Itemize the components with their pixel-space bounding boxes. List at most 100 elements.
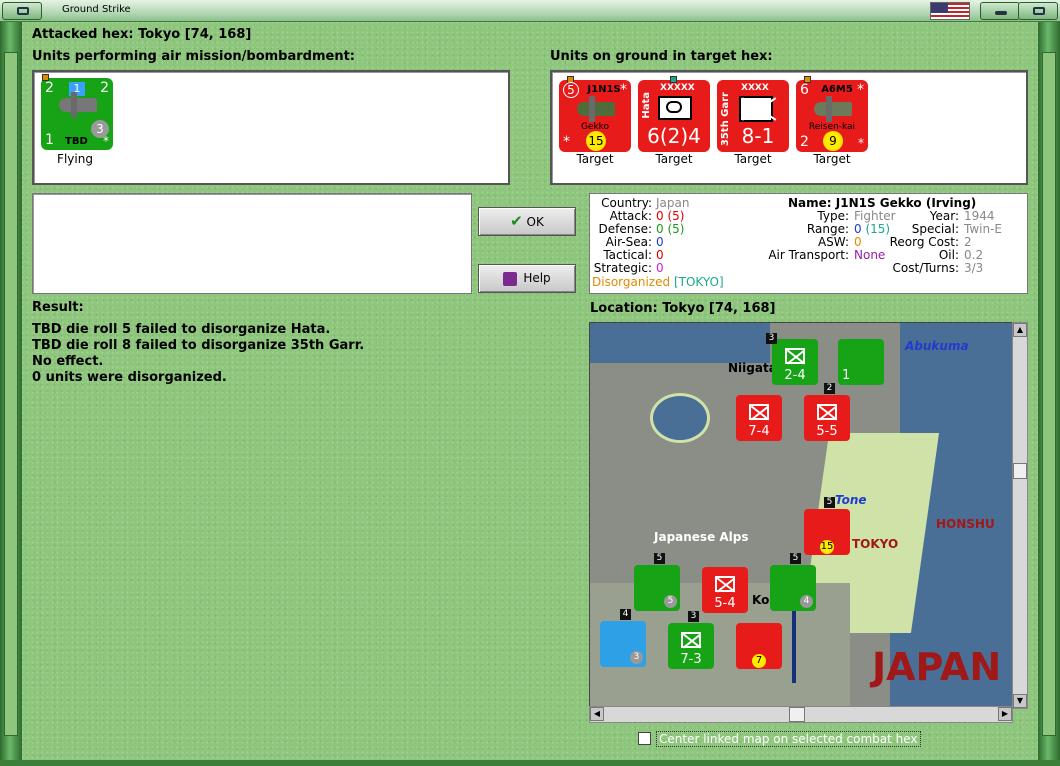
map-unit[interactable]: 7-4: [736, 395, 782, 441]
map-unit[interactable]: 5-4: [702, 567, 748, 613]
special-value: Twin-E: [964, 222, 1003, 236]
unit-symbol: [749, 404, 769, 420]
minimize-button[interactable]: [980, 2, 1020, 20]
ok-button[interactable]: ✔ OK: [478, 207, 576, 236]
reorg-label: Reorg Cost:: [889, 235, 959, 249]
cost-value: 3/3: [964, 261, 984, 275]
map-label: HONSHU: [936, 517, 995, 531]
map-unit[interactable]: 2 5-5: [804, 383, 850, 441]
unit-symbol-oval: [666, 101, 682, 113]
aircraft-icon: [814, 96, 852, 122]
linked-map[interactable]: Niigata Abukuma Tone HONSHU Japanese Alp…: [589, 322, 1013, 709]
map-unit[interactable]: 5 4: [770, 553, 816, 611]
unit-value: 1: [842, 368, 851, 383]
unit-status: Target: [734, 152, 772, 166]
system-menu-button[interactable]: [2, 2, 42, 20]
strategic-label: Strategic:: [593, 261, 652, 275]
unit-name: TBD: [65, 136, 88, 147]
close-button[interactable]: [1018, 2, 1058, 20]
defense-max: (5): [667, 222, 685, 236]
ground-units-label: Units on ground in target hex:: [550, 49, 773, 64]
air-transport-value: None: [854, 248, 886, 262]
result-line: 0 units were disorganized.: [32, 370, 227, 385]
map-label: Niigata: [728, 361, 777, 375]
scroll-down-icon[interactable]: ▼: [1013, 694, 1027, 708]
unit-yellow-value: 9: [823, 131, 843, 151]
unit-top-left: 2: [45, 80, 54, 96]
stack-count: 2: [824, 383, 835, 394]
map-unit[interactable]: 3 2-4: [766, 333, 818, 385]
scroll-thumb[interactable]: [789, 707, 805, 722]
unit-value: 7: [752, 654, 766, 668]
unit-value: 2-4: [784, 368, 806, 383]
cost-label: Cost/Turns:: [892, 261, 959, 275]
air-transport-label: Air Transport:: [768, 248, 849, 262]
unit-value: 7-4: [748, 424, 770, 439]
attack-label: Attack:: [609, 209, 652, 223]
unit-symbol: [817, 404, 837, 420]
air-units-label: Units performing air mission/bombardment…: [32, 49, 356, 64]
unit-value: 6(2)4: [647, 124, 701, 148]
right-frame: [1038, 22, 1060, 766]
map-unit[interactable]: 3 7-3: [668, 611, 714, 669]
air-unit-tbd[interactable]: 2 1 2 3 1 TBD *: [41, 74, 113, 150]
map-unit[interactable]: 7: [736, 623, 782, 669]
map-label: JAPAN: [872, 645, 1002, 689]
unit-status: Target: [813, 152, 851, 166]
usa-flag-icon: [930, 2, 970, 20]
scroll-up-icon[interactable]: ▲: [1013, 323, 1027, 337]
map-unit[interactable]: 5 5: [634, 553, 680, 611]
scroll-right-icon[interactable]: ▶: [998, 707, 1012, 721]
center-map-checkbox[interactable]: [638, 732, 651, 745]
ground-unit-a6m5[interactable]: 6 A6M5 * Reisen-kai 2 9 *: [796, 76, 868, 152]
ground-unit-35th-garr[interactable]: 35th Garr XXXX 8-1: [717, 80, 789, 152]
book-icon: [503, 271, 518, 286]
name-value: J1N1S Gekko (Irving): [835, 196, 977, 210]
window-icon: [17, 7, 29, 15]
map-label: Tone: [835, 493, 867, 507]
ground-unit-hata[interactable]: Hata XXXXX 6(2)4: [638, 76, 710, 152]
unit-bottom-left: 1: [45, 132, 54, 148]
window-title: Ground Strike: [62, 4, 131, 15]
tactical-value: 0: [656, 248, 664, 262]
map-vertical-scrollbar[interactable]: ▲ ▼: [1012, 322, 1028, 709]
help-button[interactable]: Help: [478, 264, 576, 293]
ok-label: OK: [526, 215, 544, 229]
range-label: Range:: [806, 222, 849, 236]
asw-value: 0: [854, 235, 862, 249]
scroll-left-icon[interactable]: ◀: [590, 707, 604, 721]
ground-unit-j1n1s[interactable]: 5 J1N1S * Gekko * 15: [559, 76, 631, 152]
stack-count: 5: [824, 497, 835, 508]
status-location: [TOKYO]: [673, 275, 724, 289]
air-units-panel: 2 1 2 3 1 TBD * Flying: [32, 70, 510, 185]
unit-value: 3: [630, 651, 643, 664]
checkmark-icon: ✔: [510, 212, 523, 230]
unit-value: 4: [800, 595, 813, 608]
stack-count: 4: [620, 609, 631, 620]
map-bay: [650, 393, 710, 443]
map-unit[interactable]: 1: [838, 339, 884, 385]
result-line: TBD die roll 5 failed to disorganize Hat…: [32, 322, 331, 337]
asw-label: ASW:: [817, 235, 849, 249]
map-horizontal-scrollbar[interactable]: ◀ ▶: [589, 706, 1013, 723]
name-label: Name:: [788, 196, 832, 210]
type-label: Type:: [817, 209, 849, 223]
special-label: Special:: [911, 222, 959, 236]
map-label: Japanese Alps: [654, 530, 749, 544]
unit-size: XXXXX: [660, 83, 695, 93]
aircraft-icon: [577, 96, 615, 122]
aircraft-icon: [59, 92, 97, 118]
scroll-thumb[interactable]: [1013, 463, 1027, 479]
airsea-value: 0: [656, 235, 664, 249]
map-unit[interactable]: 4 3: [600, 609, 646, 667]
defense-label: Defense:: [598, 222, 652, 236]
country-label: Country:: [601, 196, 652, 210]
type-value: Fighter: [854, 209, 896, 223]
unit-top-right: *: [857, 82, 864, 98]
map-label: Ko: [752, 593, 770, 607]
message-area: [32, 193, 472, 294]
center-map-label[interactable]: Center linked map on selected combat hex: [656, 731, 921, 747]
tactical-label: Tactical:: [603, 248, 652, 262]
unit-symbol: [715, 576, 735, 592]
map-unit[interactable]: 5 15: [804, 497, 850, 555]
